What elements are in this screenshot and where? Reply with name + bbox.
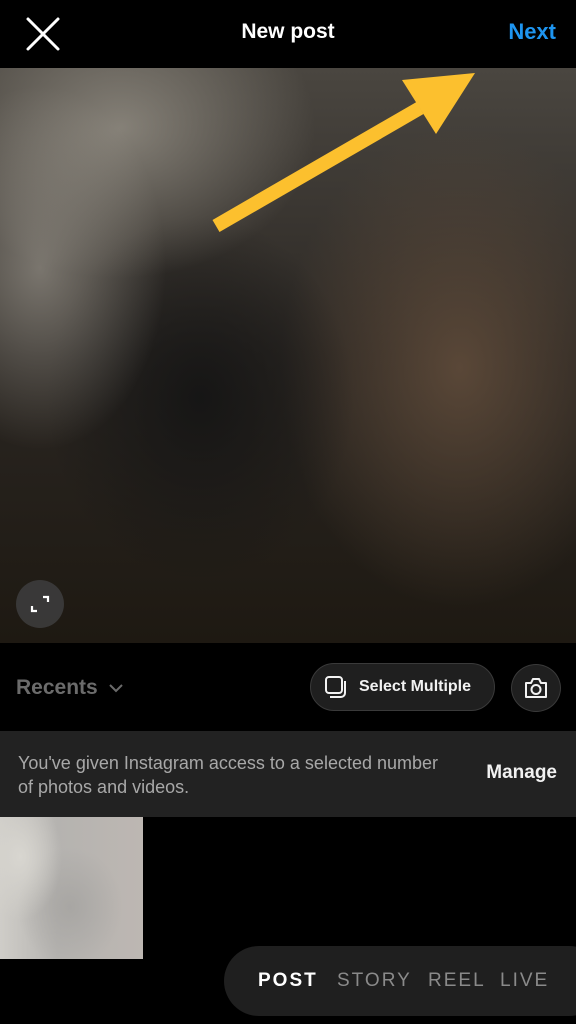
- manage-button[interactable]: Manage: [486, 762, 557, 784]
- mode-story[interactable]: STORY: [337, 970, 412, 992]
- album-label: Recents: [16, 676, 98, 699]
- next-button[interactable]: Next: [508, 19, 556, 45]
- access-message: You've given Instagram access to a selec…: [18, 753, 439, 797]
- mode-post[interactable]: POST: [258, 970, 318, 992]
- expand-button[interactable]: [16, 580, 64, 628]
- select-multiple-label: Select Multiple: [359, 678, 472, 695]
- mode-live[interactable]: LIVE: [500, 970, 549, 992]
- photo-preview: [0, 68, 576, 643]
- mode-switcher: POST STORY REEL LIVE: [224, 946, 576, 1016]
- camera-icon: [525, 678, 547, 698]
- access-banner: You've given Instagram access to a selec…: [0, 731, 576, 817]
- top-bar: New post Next: [0, 0, 576, 68]
- mode-reel[interactable]: REEL: [428, 970, 486, 992]
- select-multiple-button[interactable]: Select Multiple: [310, 663, 495, 711]
- multiple-select-icon: [325, 676, 346, 698]
- page-title: New post: [241, 20, 335, 43]
- gallery-thumbnail[interactable]: [0, 817, 143, 959]
- chevron-down-icon: [108, 684, 123, 693]
- album-selector[interactable]: Recents: [16, 676, 124, 700]
- annotation-arrow-icon: [212, 73, 475, 233]
- expand-icon: [30, 595, 50, 613]
- camera-button[interactable]: [511, 664, 561, 712]
